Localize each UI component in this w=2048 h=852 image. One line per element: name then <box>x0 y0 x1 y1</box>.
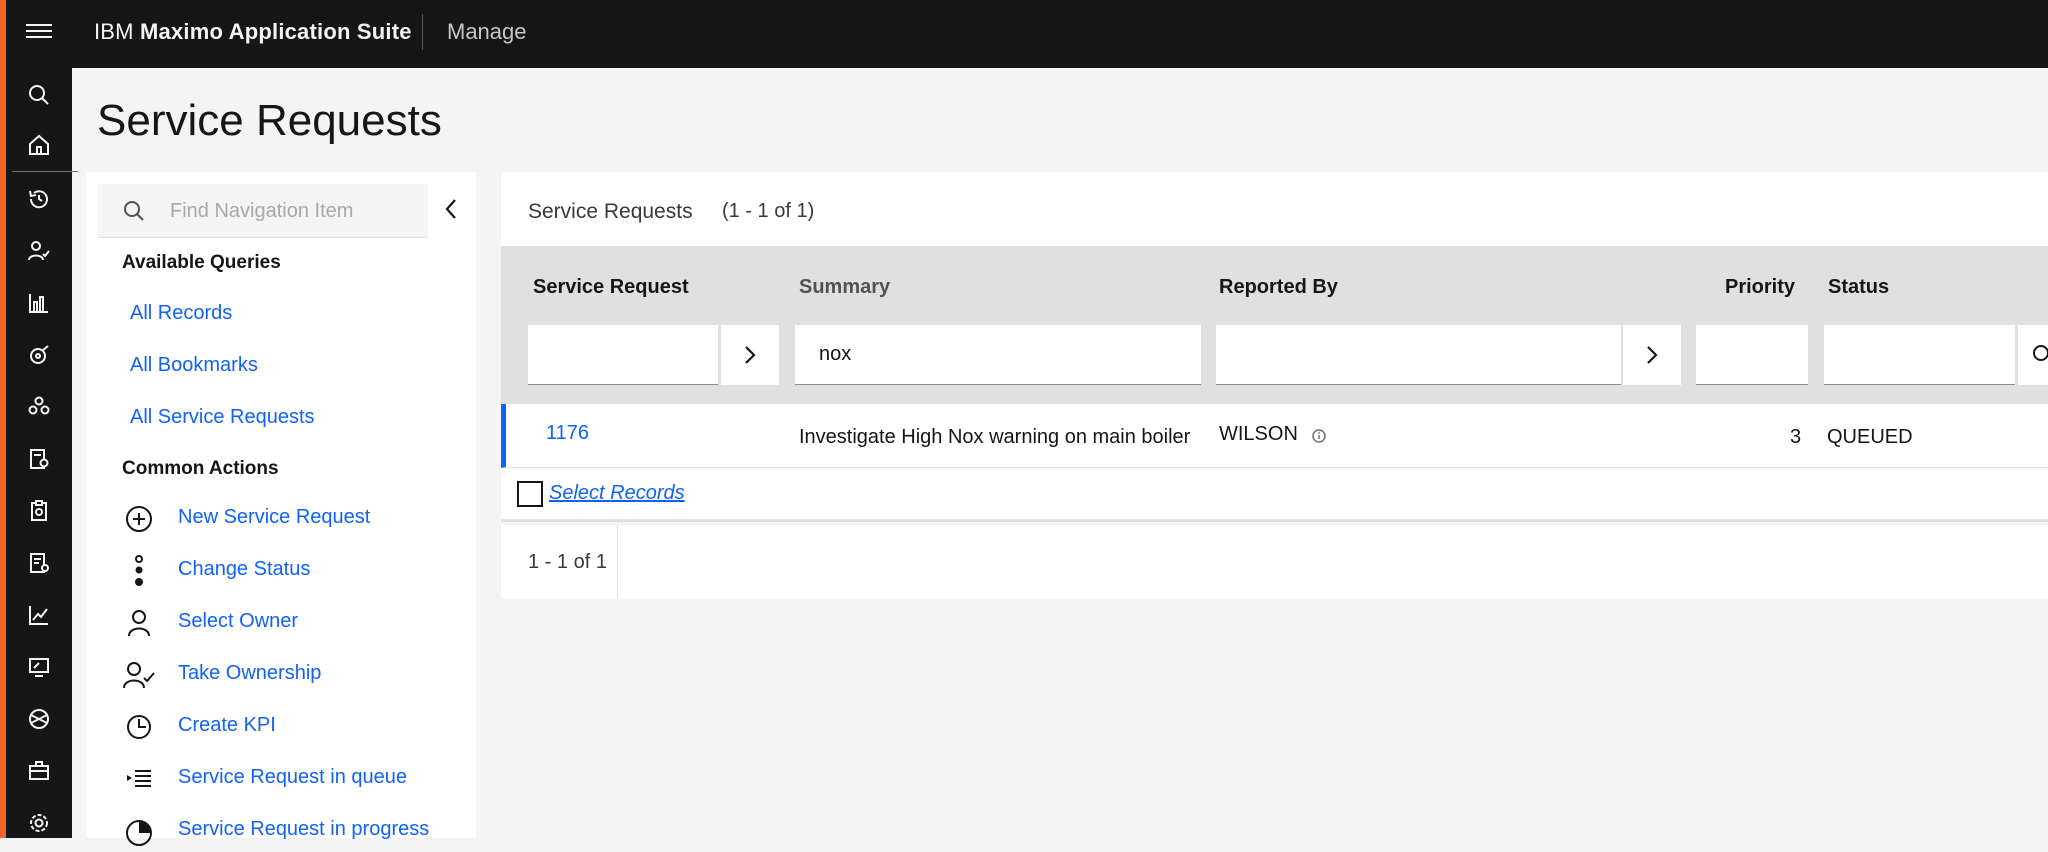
brand-name: Maximo Application Suite <box>140 19 412 44</box>
tools-icon[interactable] <box>22 338 56 372</box>
column-header-reported-by[interactable]: Reported By <box>1219 276 1338 299</box>
settings-icon[interactable] <box>22 806 56 840</box>
briefcase-icon[interactable] <box>22 754 56 788</box>
action-label: New Service Request <box>178 506 371 528</box>
query-all-bookmarks[interactable]: All Bookmarks <box>130 354 258 377</box>
pagination-range: 1 - 1 of 1 <box>528 551 607 573</box>
collapse-nav-button[interactable] <box>436 192 466 226</box>
status-icon <box>122 554 156 588</box>
document-icon[interactable] <box>22 546 56 580</box>
page-title: Service Requests <box>97 96 442 145</box>
column-header-priority[interactable]: Priority <box>1725 276 1795 299</box>
report-icon[interactable] <box>22 442 56 476</box>
menu-icon[interactable] <box>24 20 54 48</box>
clipboard-icon[interactable] <box>22 494 56 528</box>
chart-line-icon[interactable] <box>22 598 56 632</box>
column-header-status[interactable]: Status <box>1828 276 1889 299</box>
chart-bar-icon[interactable] <box>22 286 56 320</box>
screen-icon[interactable] <box>22 650 56 684</box>
user-icon <box>122 606 156 640</box>
filter-service-request-input[interactable] <box>528 325 718 385</box>
column-header-summary[interactable]: Summary <box>799 276 890 299</box>
action-change-status[interactable]: Change Status <box>122 552 462 592</box>
actions-heading: Common Actions <box>122 458 279 479</box>
summary-cell: Investigate High Nox warning on main boi… <box>799 426 1191 448</box>
query-all-records[interactable]: All Records <box>130 302 232 325</box>
brand-prefix: IBM <box>94 19 134 44</box>
action-label: Change Status <box>178 558 311 580</box>
pie-progress-icon <box>122 814 156 848</box>
hex-icon[interactable] <box>22 702 56 736</box>
action-label: Take Ownership <box>178 662 322 684</box>
add-circle-icon <box>122 502 156 536</box>
action-take-ownership[interactable]: Take Ownership <box>122 656 462 696</box>
action-service-request-in-queue[interactable]: Service Request in queue <box>122 760 462 800</box>
records-table: Service Requests (1 - 1 of 1) Service Re… <box>501 172 2048 602</box>
queries-heading: Available Queries <box>122 252 281 273</box>
action-label: Service Request in queue <box>178 766 408 788</box>
select-records-link[interactable]: Select Records <box>549 482 685 505</box>
column-header-service-request[interactable]: Service Request <box>533 276 689 299</box>
filter-service-request-button[interactable] <box>721 325 779 385</box>
table-header: Service Requests (1 - 1 of 1) <box>501 172 2048 246</box>
filter-value: nox <box>819 343 852 365</box>
chevron-right-icon <box>1647 346 1658 364</box>
chevron-left-icon <box>445 199 456 219</box>
pagination: 1 - 1 of 1 <box>501 525 2048 599</box>
action-label: Create KPI <box>178 714 276 736</box>
find-navigation-placeholder: Find Navigation Item <box>170 200 354 222</box>
app-name[interactable]: Manage <box>447 19 527 45</box>
select-records-bar: Select Records <box>501 468 2048 522</box>
filter-summary-input[interactable]: nox <box>795 325 1201 385</box>
search-icon <box>2033 345 2048 361</box>
action-service-request-in-progress[interactable]: Service Request in progress <box>122 812 462 852</box>
action-create-kpi[interactable]: Create KPI <box>122 708 462 748</box>
priority-cell: 3 <box>1790 426 1802 448</box>
status-cell: QUEUED <box>1827 426 1913 448</box>
filter-status-search-button[interactable] <box>2018 325 2048 385</box>
search-icon[interactable] <box>22 78 56 112</box>
pagination-divider <box>617 525 618 599</box>
group-icon[interactable] <box>22 390 56 424</box>
filter-reported-by-button[interactable] <box>1623 325 1681 385</box>
find-navigation-input[interactable]: Find Navigation Item <box>98 184 428 238</box>
filter-priority-input[interactable] <box>1696 325 1808 385</box>
filter-reported-by-input[interactable] <box>1216 325 1621 385</box>
left-rail <box>0 68 78 840</box>
query-all-service-requests[interactable]: All Service Requests <box>130 406 315 429</box>
chevron-right-icon <box>745 346 756 364</box>
queue-list-icon <box>122 762 156 796</box>
brand-divider <box>422 14 423 50</box>
history-icon[interactable] <box>22 182 56 216</box>
service-request-link[interactable]: 1176 <box>546 422 589 445</box>
reported-by-cell: WILSON <box>1219 423 1298 445</box>
side-navigation: Find Navigation Item Available Queries A… <box>86 172 476 846</box>
top-bar: IBM Maximo Application Suite Manage <box>0 0 2048 68</box>
user-check-icon <box>122 658 156 692</box>
search-icon <box>122 199 146 228</box>
filter-status-input[interactable] <box>1824 325 2015 385</box>
user-check-icon[interactable] <box>22 234 56 268</box>
table-row[interactable]: 1176 Investigate High Nox warning on mai… <box>501 404 2048 468</box>
brand[interactable]: IBM Maximo Application Suite <box>94 19 412 45</box>
rail-divider <box>12 171 78 172</box>
home-icon[interactable] <box>22 128 56 162</box>
action-new-service-request[interactable]: New Service Request <box>122 500 462 540</box>
info-icon[interactable] <box>1312 426 1326 449</box>
kpi-clock-icon <box>122 710 156 744</box>
select-all-checkbox[interactable] <box>517 481 543 507</box>
action-label: Select Owner <box>178 610 299 632</box>
action-select-owner[interactable]: Select Owner <box>122 604 462 644</box>
table-count: (1 - 1 of 1) <box>722 200 815 222</box>
table-title: Service Requests <box>528 200 693 223</box>
